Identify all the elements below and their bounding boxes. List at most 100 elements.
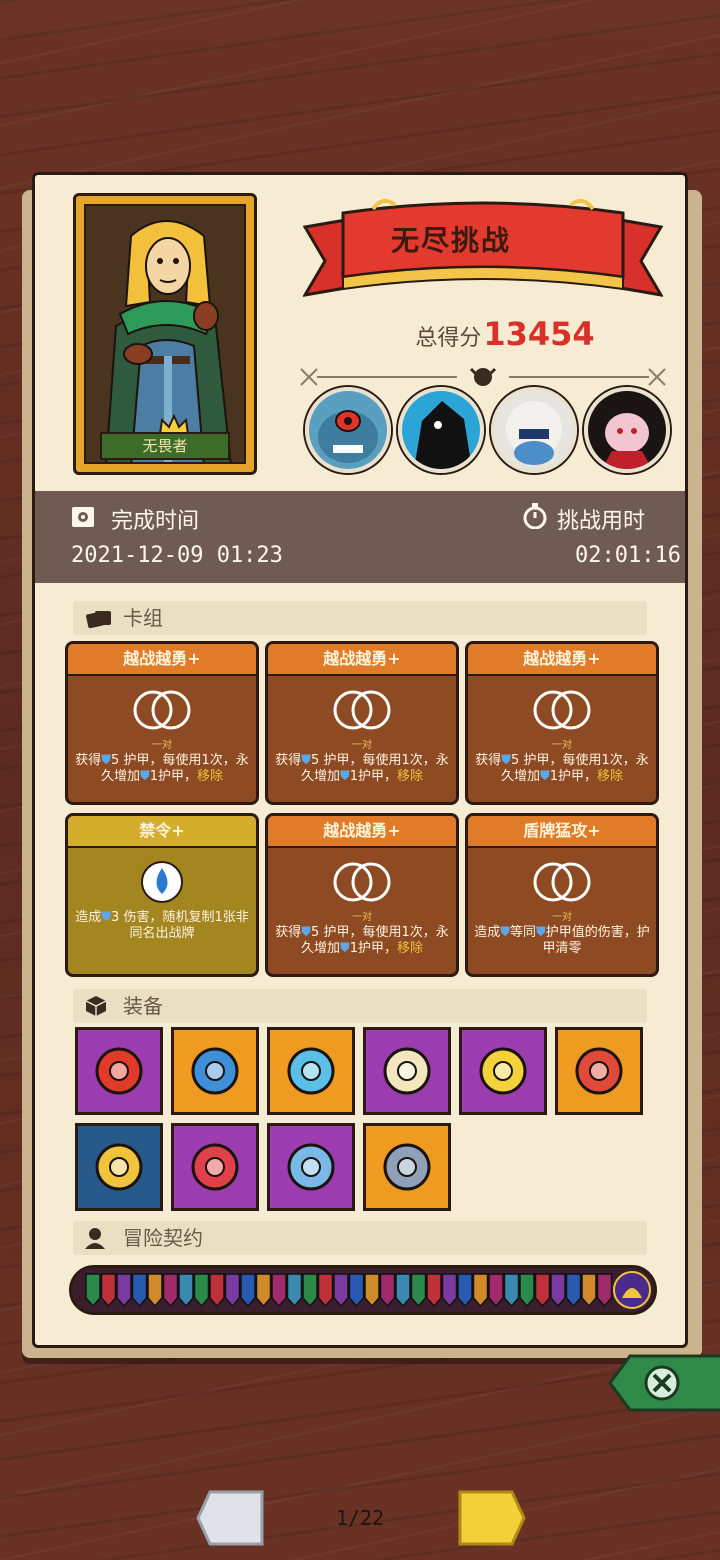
person-icon [85,1228,105,1249]
horn-icon [383,1143,431,1191]
score-value: 13454 [483,315,595,353]
card-desc-part: 获得 [475,753,502,768]
enemy-portrait[interactable] [398,387,484,473]
prev-page-button[interactable] [196,1488,266,1548]
hero-card[interactable]: 无畏者 [73,193,257,475]
card-desc-part: 获得 [275,925,302,940]
card-desc-part: 获得 [275,753,302,768]
contract-section-label: 冒险契约 [123,1226,203,1250]
red-gauntlet-icon [95,1047,143,1095]
deck-section-label: 卡组 [123,606,163,630]
close-button[interactable] [608,1352,720,1414]
card-cost: 一对 [152,740,172,751]
enemy-portrait[interactable] [305,387,391,473]
card-description: 获得⛊5 护甲，每使用1次，永久增加⛊1护甲，移除 [268,751,456,787]
moon-star-icon [479,1047,527,1095]
rings-icon [533,862,591,902]
rings-icon [133,690,191,730]
card-keyword: 移除 [197,769,224,784]
deck-card[interactable]: 越战越勇+ 一对 获得⛊5 护甲，每使用1次，永久增加⛊1护甲，移除 [265,813,459,977]
red-shield-disc-icon [575,1047,623,1095]
hero-name: 无畏者 [100,432,230,460]
card-description: 获得⛊5 护甲，每使用1次，永久增加⛊1护甲，移除 [468,751,656,787]
equipment-slot[interactable] [267,1123,355,1211]
stopwatch-icon [523,503,547,529]
equipment-slot[interactable] [267,1027,355,1115]
water-drop-icon [141,861,183,903]
card-desc-part: 造成 [75,910,102,925]
deck-card[interactable]: 越战越勇+ 一对 获得⛊5 护甲，每使用1次，永久增加⛊1护甲，移除 [465,641,659,805]
card-title: 越战越勇+ [268,644,456,676]
enemy-portrait[interactable] [491,387,577,473]
mirror-icon [383,1047,431,1095]
deck-card[interactable]: 越战越勇+ 一对 获得⛊5 护甲，每使用1次，永久增加⛊1护甲，移除 [65,641,259,805]
card-desc-part: 获得 [75,753,102,768]
equipment-slot[interactable] [75,1027,163,1115]
card-description: 获得⛊5 护甲，每使用1次，永久增加⛊1护甲，移除 [268,923,456,959]
deck-card[interactable]: 禁令+ 造成⛊3 伤害，随机复制1张非同名出战牌 [65,813,259,977]
enemy-portrait[interactable] [584,387,670,473]
card-keyword: 移除 [397,941,424,956]
page-indicator: 1/22 [335,1506,385,1530]
box-icon [85,996,107,1016]
card-title: 盾牌猛攻+ [468,816,656,848]
bloody-cloth-icon [191,1143,239,1191]
equipment-slot[interactable] [171,1027,259,1115]
card-description: 获得⛊5 护甲，每使用1次，永久增加⛊1护甲，移除 [68,751,256,787]
cards-icon [86,611,111,629]
card-cost: 一对 [552,912,572,923]
shield-icon: ⛊ [101,910,112,925]
shield-icon: ⛊ [301,753,312,768]
duration-value: 02:01:16 [575,543,681,568]
card-desc-part: 护甲值的伤害，护甲清零 [542,925,650,956]
equipment-slot[interactable] [363,1027,451,1115]
deck-card[interactable]: 盾牌猛攻+ 一对 造成⛊等同⛊护甲值的伤害，护甲清零 [465,813,659,977]
card-title: 越战越勇+ [468,644,656,676]
shield-icon: ⛊ [500,925,510,940]
card-keyword: 移除 [397,769,424,784]
card-title: 越战越勇+ [68,644,256,676]
equipment-slot[interactable] [363,1123,451,1211]
card-cost: 一对 [352,912,372,923]
equipment-slot[interactable] [555,1027,643,1115]
card-title: 越战越勇+ [268,816,456,848]
shield-icon: ⛊ [536,925,546,940]
finish-time-value: 2021-12-09 01:23 [71,543,283,568]
contract-badges-icon [85,1271,651,1309]
shield-icon: ⛊ [501,753,512,768]
rings-icon [533,690,591,730]
score-row: 总得分13454 [335,315,675,353]
duration-label: 挑战用时 [557,509,646,534]
card-description: 造成⛊3 伤害，随机复制1张非同名出战牌 [68,908,256,944]
card-desc-part: 造成 [474,925,501,940]
shield-icon: ⛊ [101,753,112,768]
equipment-slot[interactable] [171,1123,259,1211]
shield-icon: ⛊ [339,941,350,956]
card-desc-part: 1护甲， [349,769,398,784]
equipment-slot[interactable] [459,1027,547,1115]
defeated-enemies [305,387,670,473]
card-desc-part: 1护甲， [149,769,198,784]
card-cost: 一对 [552,740,572,751]
rings-icon [333,690,391,730]
shield-icon: ⛊ [301,925,312,940]
card-desc-part: 1护甲， [349,941,398,956]
jack-o-lantern-gem-icon [287,1047,335,1095]
diamond-ring-icon [287,1143,335,1191]
challenge-title: 无尽挑战 [390,224,511,257]
score-label: 总得分 [415,326,482,351]
shield-icon: ⛊ [539,769,550,784]
next-page-button[interactable] [456,1488,526,1548]
card-desc-part: 3 伤害，随机复制1张非同名出战牌 [111,910,249,941]
deck-card[interactable]: 越战越勇+ 一对 获得⛊5 护甲，每使用1次，永久增加⛊1护甲，移除 [265,641,459,805]
ornament-divider [300,367,666,386]
equipment-section-header: 装备 [73,989,647,1023]
card-title: 禁令+ [68,816,256,848]
contract-strip[interactable] [69,1265,657,1315]
compass-armor-icon [95,1143,143,1191]
deck-section-header: 卡组 [73,601,647,635]
card-desc-part: 等同 [509,925,536,940]
finish-time-label: 完成时间 [111,509,200,534]
equipment-slot[interactable] [75,1123,163,1211]
stats-bar: 完成时间 2021-12-09 01:23 挑战用时 02:01:16 [35,491,685,583]
